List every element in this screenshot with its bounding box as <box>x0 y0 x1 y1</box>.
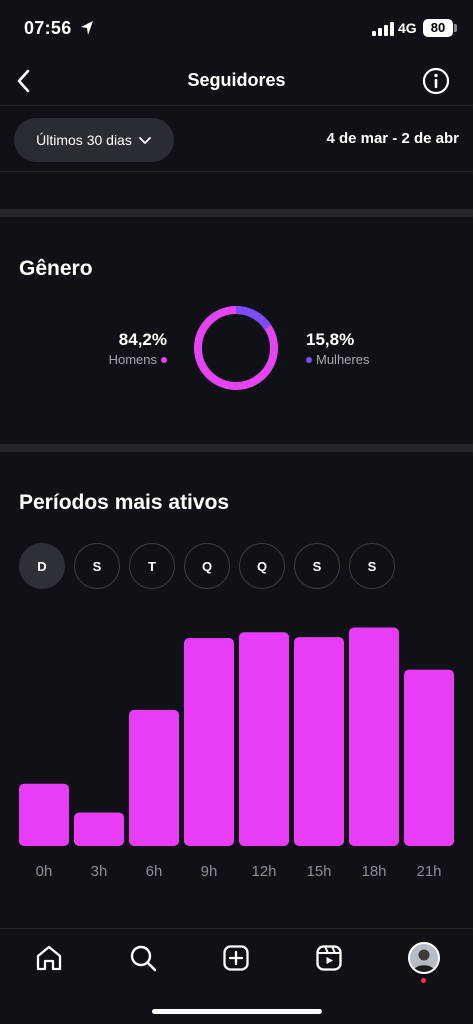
home-icon[interactable] <box>34 943 64 973</box>
bar-0h <box>19 783 69 846</box>
x-tick-label: 18h <box>361 863 386 880</box>
day-button[interactable]: D <box>19 543 65 589</box>
status-bar: 07:56 4G 80 <box>0 0 473 56</box>
men-label: Homens <box>108 352 157 367</box>
avatar-image-icon <box>410 944 438 972</box>
bar-9h <box>184 638 234 846</box>
page-title: Seguidores <box>187 70 286 90</box>
gender-title: Gênero <box>19 257 93 280</box>
status-time: 07:56 <box>24 18 72 38</box>
bar-21h <box>404 669 454 846</box>
filter-row: Últimos 30 dias 4 de mar - 2 de abr <box>0 106 473 172</box>
x-tick-label: 6h <box>146 863 163 880</box>
profile-avatar[interactable] <box>408 942 440 974</box>
day-button[interactable]: S <box>74 543 120 589</box>
day-button[interactable]: T <box>129 543 175 589</box>
gender-men: 84,2% Homens <box>109 330 167 367</box>
active-periods-title: Períodos mais ativos <box>19 491 230 514</box>
reels-icon[interactable] <box>314 943 344 973</box>
day-button[interactable]: S <box>349 543 395 589</box>
cellular-signal-icon <box>372 22 394 36</box>
x-tick-label: 15h <box>306 863 331 880</box>
bar-6h <box>129 709 179 846</box>
network-type: 4G <box>398 20 417 36</box>
x-tick-label: 9h <box>201 863 218 880</box>
header: Seguidores <box>0 56 473 106</box>
x-tick-label: 0h <box>36 863 53 880</box>
day-button[interactable]: Q <box>239 543 285 589</box>
create-icon[interactable] <box>221 943 251 973</box>
profile-notification-dot <box>421 978 426 983</box>
chevron-down-icon <box>138 137 151 144</box>
active-periods-bar-chart: 0h 3h 6h 9h 12h 15h 18h 21h <box>19 627 454 880</box>
home-indicator[interactable] <box>152 1009 322 1014</box>
battery-level: 80 <box>423 19 453 37</box>
day-button[interactable]: S <box>294 543 340 589</box>
women-percent: 15,8% <box>306 330 355 349</box>
search-icon[interactable] <box>128 943 158 973</box>
bar-3h <box>74 812 124 846</box>
gender-donut-chart <box>194 306 278 390</box>
period-dropdown[interactable]: Últimos 30 dias <box>14 118 174 162</box>
x-tick-label: 12h <box>251 863 276 880</box>
bar-18h <box>349 627 399 846</box>
period-label: Últimos 30 dias <box>36 132 132 148</box>
day-selector: D S T Q Q S S <box>19 543 395 589</box>
battery-tip <box>454 24 457 32</box>
bar-15h <box>294 637 344 846</box>
location-arrow-icon <box>81 21 93 35</box>
section-divider <box>0 444 473 452</box>
men-legend-dot <box>161 356 167 363</box>
women-legend-dot <box>306 356 312 363</box>
day-button[interactable]: Q <box>184 543 230 589</box>
date-range: 4 de mar - 2 de abr <box>326 130 459 147</box>
bar-12h <box>239 632 289 846</box>
gender-women: 15,8% Mulheres <box>306 330 369 367</box>
info-icon[interactable] <box>421 66 451 96</box>
section-divider <box>0 209 473 217</box>
x-tick-label: 21h <box>416 863 441 880</box>
x-tick-label: 3h <box>91 863 108 880</box>
men-percent: 84,2% <box>118 330 167 349</box>
women-label: Mulheres <box>316 352 370 367</box>
